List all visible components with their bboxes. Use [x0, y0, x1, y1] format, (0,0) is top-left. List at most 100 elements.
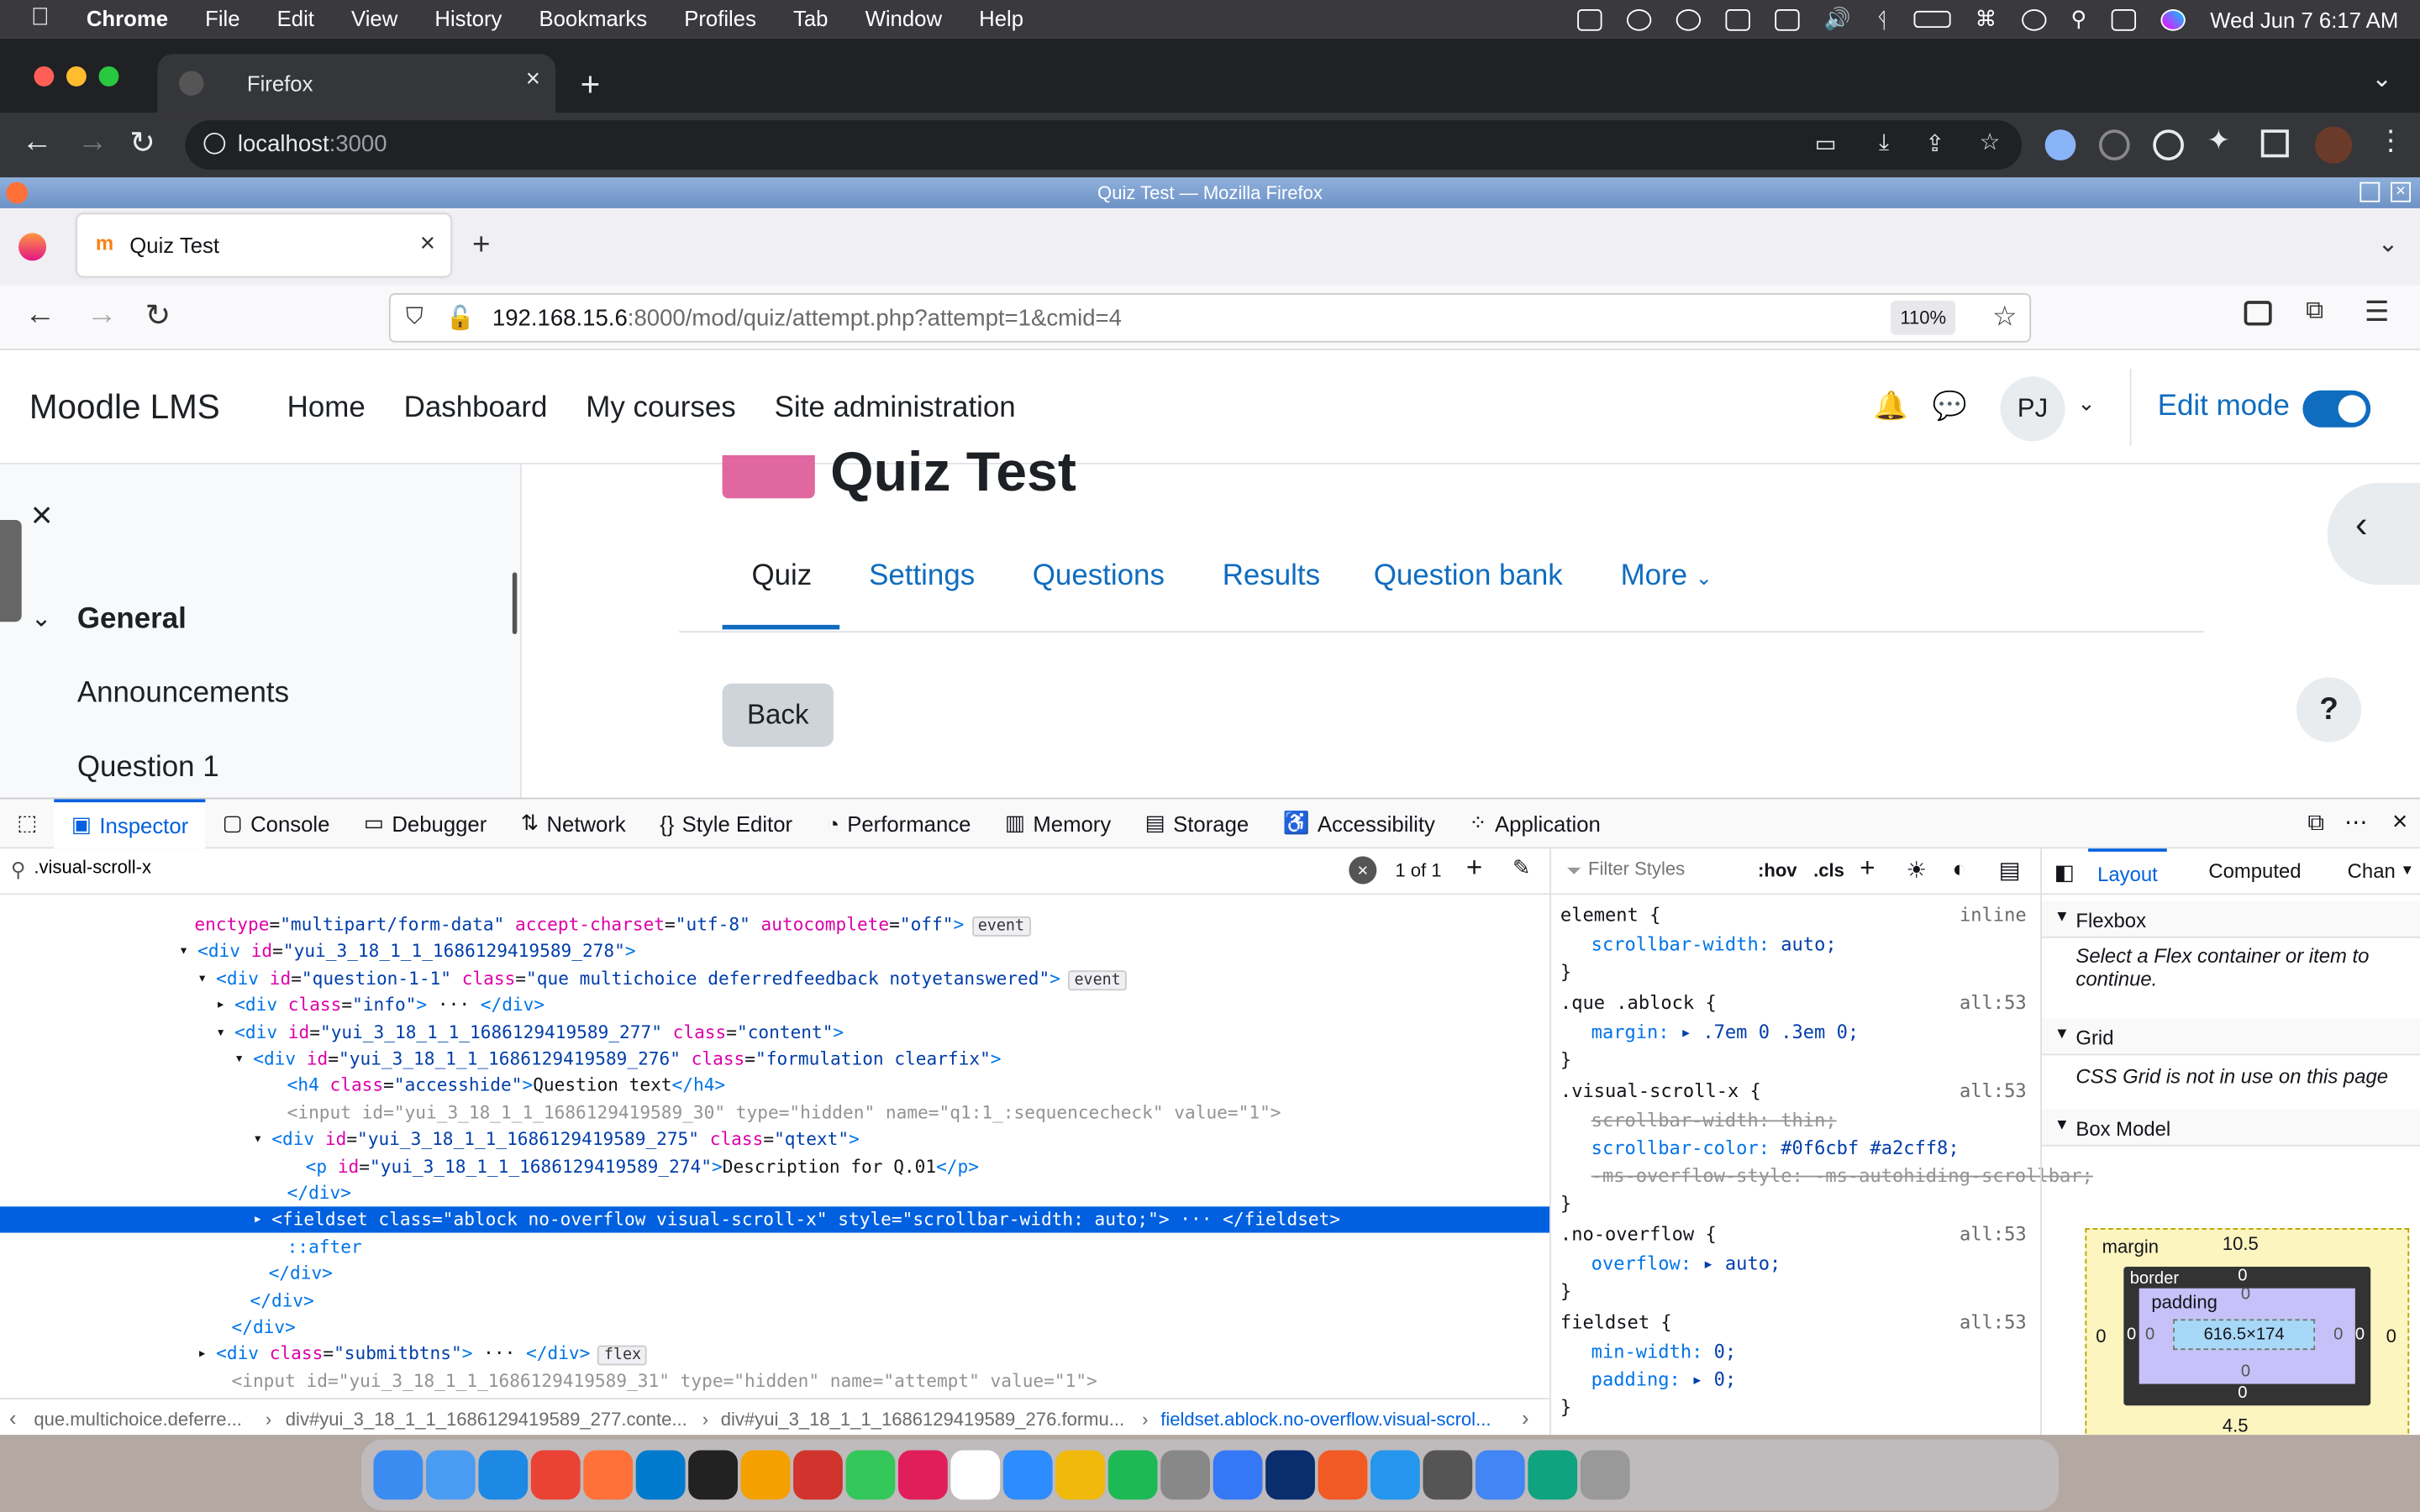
siri-icon[interactable] [2160, 8, 2186, 30]
tab-questions[interactable]: Questions [1033, 560, 1165, 594]
css-property[interactable]: overflow: [1591, 1252, 1703, 1274]
tool-console[interactable]: ▢ Console [205, 799, 346, 848]
chevron-down-icon[interactable]: ▾ [2403, 859, 2412, 879]
css-declaration[interactable]: margin: ▸ .7em 0 .3em 0; [1591, 1021, 1859, 1043]
content-size[interactable]: 616.5×174 [2173, 1319, 2316, 1351]
user-icon[interactable] [2021, 8, 2047, 30]
drawer-item-question-1[interactable]: Question 1 [77, 751, 219, 785]
menu-history[interactable]: History [434, 6, 502, 30]
dock-app-icon[interactable] [793, 1450, 843, 1500]
open-block-drawer-icon[interactable]: ‹ [2327, 482, 2420, 585]
dock-app-icon[interactable] [1002, 1450, 1053, 1500]
dock-app-icon[interactable] [1318, 1450, 1368, 1500]
dock-app-icon[interactable] [530, 1450, 581, 1500]
css-declaration[interactable]: min-width: 0; [1591, 1341, 1737, 1362]
drawer-scrollbar[interactable] [512, 572, 518, 634]
event-badge[interactable]: event [971, 916, 1031, 937]
breadcrumb-item-4[interactable]: fieldset.ablock.no-overflow.visual-scrol… [1160, 1409, 1491, 1431]
css-declaration[interactable]: scrollbar-width: thin; [1591, 1110, 1837, 1131]
markup-node-row[interactable]: ▾ <div id="yui_3_18_1_1_1686129419589_275… [0, 1126, 1549, 1152]
tool-memory[interactable]: ▥ Memory [988, 799, 1128, 848]
forward-icon[interactable]: → [77, 125, 108, 160]
flexbox-section-header[interactable]: ▼ Flexbox [2041, 900, 2420, 938]
css-value[interactable]: ▸ 0; [1691, 1368, 1736, 1390]
css-declaration[interactable]: overflow: ▸ auto; [1591, 1252, 1781, 1274]
tool-inspector[interactable]: ▣ Inspector [54, 798, 206, 848]
back-icon[interactable]: ← [22, 125, 53, 160]
tool-debugger[interactable]: ▭ Debugger [347, 799, 504, 848]
css-value[interactable]: auto; [1781, 933, 1836, 955]
tab-quiz[interactable]: Quiz [751, 560, 812, 594]
reload-icon[interactable]: ↻ [145, 297, 171, 335]
markup-node-row[interactable]: ▸ <div class="info"> ··· </div> [0, 992, 1549, 1018]
menu-window[interactable]: Window [865, 6, 942, 30]
tab-results[interactable]: Results [1223, 560, 1320, 594]
css-value[interactable]: 0; [1714, 1341, 1737, 1362]
markup-node-row[interactable]: <input id="yui_3_18_1_1_1686129419589_31… [0, 1368, 1549, 1394]
minimize-window-button[interactable] [66, 66, 87, 87]
markup-node-row[interactable]: <input id="yui_3_18_1_1_1686129419589_30… [0, 1100, 1549, 1126]
menu-file[interactable]: File [205, 6, 239, 30]
menu-view[interactable]: View [351, 6, 397, 30]
print-media-icon[interactable]: ▤ [1999, 856, 2021, 884]
menu-help[interactable]: Help [979, 6, 1023, 30]
padding-top-value[interactable]: 0 [2241, 1285, 2250, 1304]
breadcrumb-item-3[interactable]: div#yui_3_18_1_1_1686129419589_276.formu… [721, 1409, 1124, 1431]
css-declaration[interactable]: -ms-overflow-style: -ms-autohiding-scrol… [1591, 1165, 2093, 1187]
dark-theme-icon[interactable]: ◐ [1952, 856, 1966, 882]
rule-selector[interactable]: .no-overflow {all:53 [1560, 1224, 2033, 1246]
star-icon[interactable]: ☆ [1980, 128, 2001, 155]
volume-icon[interactable]: 🔊 [1824, 6, 1851, 32]
boxmodel-section-header[interactable]: ▼ Box Model [2041, 1109, 2420, 1147]
control-center-icon[interactable] [2111, 8, 2137, 30]
chrome-tab[interactable]: Firefox × [157, 54, 556, 113]
tab-more[interactable]: More ⌄ [1621, 560, 1712, 594]
expand-node-icon[interactable]: ▸ [253, 1207, 262, 1233]
sync-icon[interactable] [1676, 8, 1701, 30]
wifi-icon[interactable]: ⌘ [1975, 6, 1997, 32]
flex-badge[interactable]: flex [597, 1346, 648, 1367]
markup-node-row[interactable]: ▾ <div id="yui_3_18_1_1_1686129419589_277… [0, 1019, 1549, 1045]
site-brand[interactable]: Moodle LMS [29, 387, 220, 428]
battery-icon[interactable] [1913, 10, 1951, 29]
close-devtools-icon[interactable]: × [2392, 807, 2407, 838]
tab-settings[interactable]: Settings [869, 560, 975, 594]
selected-node-row[interactable]: ▸ <fieldset class="ablock no-overflow vis… [0, 1207, 1550, 1234]
dock-side-icon[interactable]: ⧉ [2307, 810, 2324, 836]
breadcrumb-item-2[interactable]: div#yui_3_18_1_1_1686129419589_277.conte… [286, 1409, 687, 1431]
rule-source-link[interactable]: all:53 [1960, 1080, 2027, 1102]
breadcrumb-next-icon[interactable]: › [1522, 1405, 1529, 1430]
tool-network[interactable]: ⇅ Network [504, 799, 643, 848]
drawer-handle[interactable] [0, 519, 22, 622]
margin-right-value[interactable]: 0 [2386, 1326, 2396, 1347]
rule-selector[interactable]: fieldset {all:53 [1560, 1311, 2033, 1333]
tab-changes[interactable]: Chan [2348, 859, 2396, 883]
tool-performance[interactable]: ◔ Performance [809, 799, 987, 848]
markup-search-input[interactable] [34, 856, 1346, 879]
collapse-node-icon[interactable]: ▾ [234, 1046, 244, 1072]
eyedropper-icon[interactable]: ✎ [1512, 855, 1531, 881]
info-icon[interactable] [203, 132, 226, 155]
chevron-down-icon[interactable]: ⌄ [2371, 63, 2392, 94]
rule-selector[interactable]: .visual-scroll-x {all:53 [1560, 1080, 2033, 1102]
dock-app-icon[interactable] [373, 1450, 424, 1500]
elephant-icon[interactable] [1626, 8, 1652, 30]
border-right-value[interactable]: 0 [2355, 1326, 2365, 1344]
display-icon[interactable] [1775, 8, 1800, 30]
dock-app-icon[interactable] [1160, 1450, 1210, 1500]
share-icon[interactable]: ⇪ [1925, 129, 1944, 157]
insecure-lock-icon[interactable]: 🔓 [446, 304, 475, 332]
nav-my-courses[interactable]: My courses [586, 392, 735, 426]
firefox-url-bar[interactable]: ⛉ 🔓 192.168.15.6:8000/mod/quiz/attempt.p… [388, 292, 2032, 343]
pocket-icon[interactable] [2244, 301, 2272, 326]
element-picker-icon[interactable]: ⬚ [0, 799, 55, 848]
more-options-icon[interactable]: ⋯ [2344, 808, 2368, 836]
apple-icon[interactable]:  [31, 5, 50, 33]
drawer-item-announcements[interactable]: Announcements [77, 677, 289, 711]
nav-dashboard[interactable]: Dashboard [404, 392, 548, 426]
markup-node-row[interactable]: ::after [0, 1234, 1549, 1260]
menu-profiles[interactable]: Profiles [684, 6, 756, 30]
clock[interactable]: Wed Jun 7 6:17 AM [2210, 7, 2398, 31]
dock-app-icon[interactable] [478, 1450, 529, 1500]
shield-icon[interactable]: ⛉ [406, 304, 424, 330]
